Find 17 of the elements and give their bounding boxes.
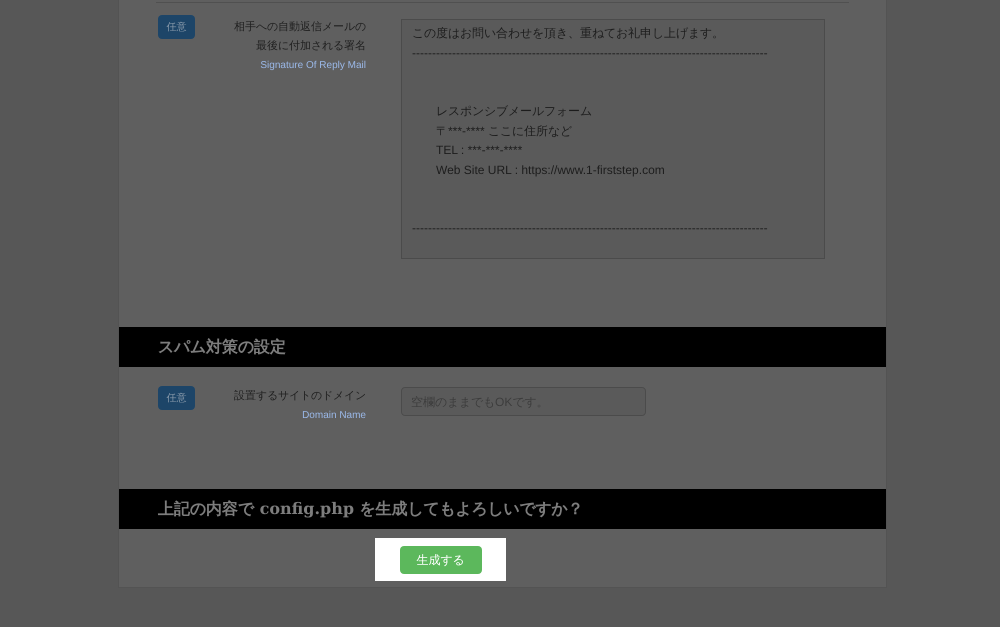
optional-badge: 任意 bbox=[158, 15, 195, 39]
field-label: 設置するサイトのドメイン bbox=[234, 389, 366, 404]
signature-line: この度はお問い合わせを頂き、重ねてお礼申し上げます。 bbox=[412, 25, 724, 42]
section-header: 上記の内容で config.php を生成してもよろしいですか？ bbox=[119, 489, 886, 529]
signature-line: ----------------------------------------------------------------------------------------- bbox=[412, 44, 768, 62]
field-label: 相手への自動返信メールの bbox=[234, 20, 366, 35]
field-label: 最後に付加される署名 bbox=[256, 39, 366, 54]
signature-line: TEL : ***-***-**** bbox=[436, 142, 522, 159]
optional-badge: 任意 bbox=[158, 386, 195, 410]
signature-line: ----------------------------------------------------------------------------------------- bbox=[412, 220, 768, 237]
signature-line: 〒***-**** ここに住所など bbox=[436, 122, 572, 140]
field-label-english: Domain Name bbox=[302, 409, 366, 423]
generate-button[interactable]: 生成する bbox=[400, 546, 482, 574]
signature-line: レスポンシブメールフォーム bbox=[436, 103, 592, 120]
signature-line: Web Site URL : https://www.1-firststep.com bbox=[436, 162, 665, 178]
section-header: スパム対策の設定 bbox=[119, 327, 886, 367]
field-label-english: Signature Of Reply Mail bbox=[260, 59, 366, 73]
